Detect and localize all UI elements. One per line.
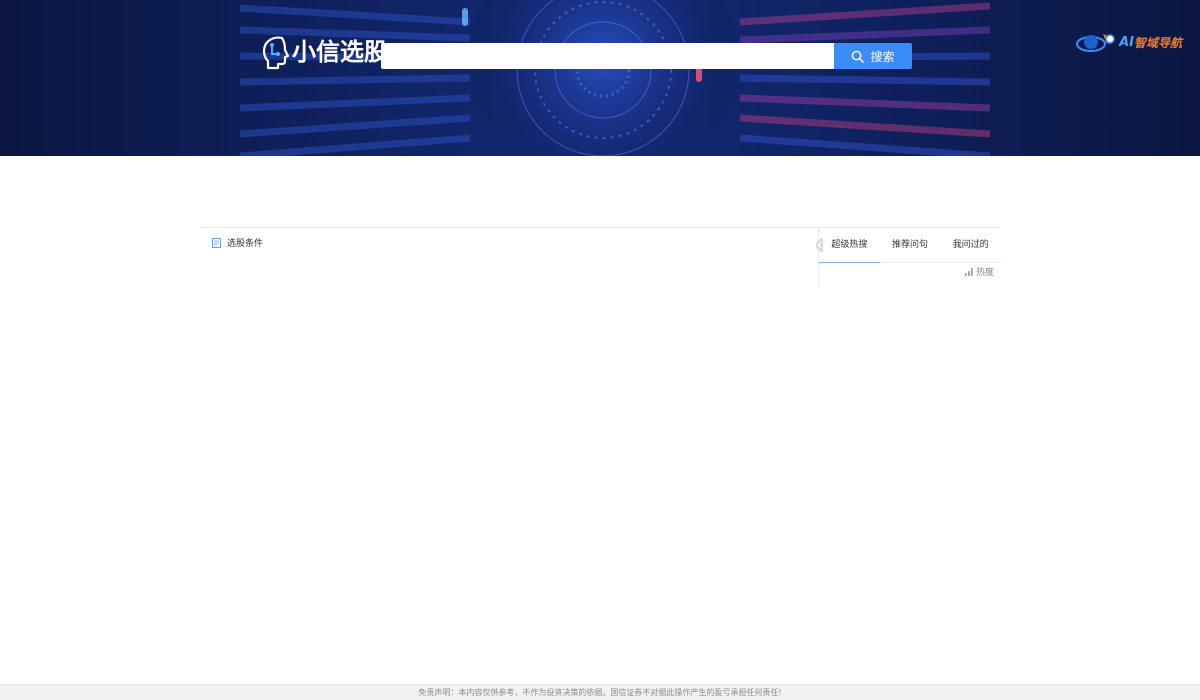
- banner-background: [0, 0, 1200, 156]
- panel-title: 选股条件: [212, 236, 263, 249]
- search-icon: [852, 50, 865, 63]
- nav-logo-title: 智域导航: [1133, 35, 1182, 50]
- hot-search-panel: 超级热搜 推荐问句 我问过的 热度: [816, 228, 1001, 288]
- heat-label-text: 热度: [975, 268, 994, 278]
- tab-my-questions[interactable]: 我问过的: [940, 228, 1001, 262]
- ai-head-icon: [262, 36, 290, 70]
- header-banner: 小信选股 搜索 AI 智域导航: [0, 0, 1200, 156]
- panel-tabs: 超级热搜 推荐问句 我问过的: [819, 228, 1001, 263]
- signal-bars-icon: [964, 267, 973, 276]
- stock-conditions-panel: 选股条件: [200, 228, 818, 288]
- tab-super-hot-search[interactable]: 超级热搜: [819, 228, 880, 263]
- nav-logo-ai-text: AI: [1119, 34, 1134, 50]
- search-bar: 搜索: [381, 43, 912, 69]
- footer-disclaimer: 免责声明：本内容仅供参考，不作为投资决策的依据。国信证券不对据此操作产生的盈亏承…: [0, 684, 1200, 700]
- search-input[interactable]: [381, 43, 834, 69]
- search-button-label: 搜索: [870, 49, 895, 64]
- ai-navigation-link[interactable]: AI 智域导航: [1073, 30, 1182, 54]
- heat-sort-label[interactable]: 热度: [964, 265, 994, 278]
- document-icon: [212, 237, 221, 248]
- site-logo[interactable]: 小信选股: [260, 32, 388, 72]
- rocket-globe-icon: [1076, 34, 1115, 52]
- logo-text: 小信选股: [292, 38, 388, 66]
- tab-recommended-questions[interactable]: 推荐问句: [880, 228, 941, 262]
- search-button[interactable]: 搜索: [834, 43, 912, 69]
- panel-title-text: 选股条件: [227, 239, 264, 249]
